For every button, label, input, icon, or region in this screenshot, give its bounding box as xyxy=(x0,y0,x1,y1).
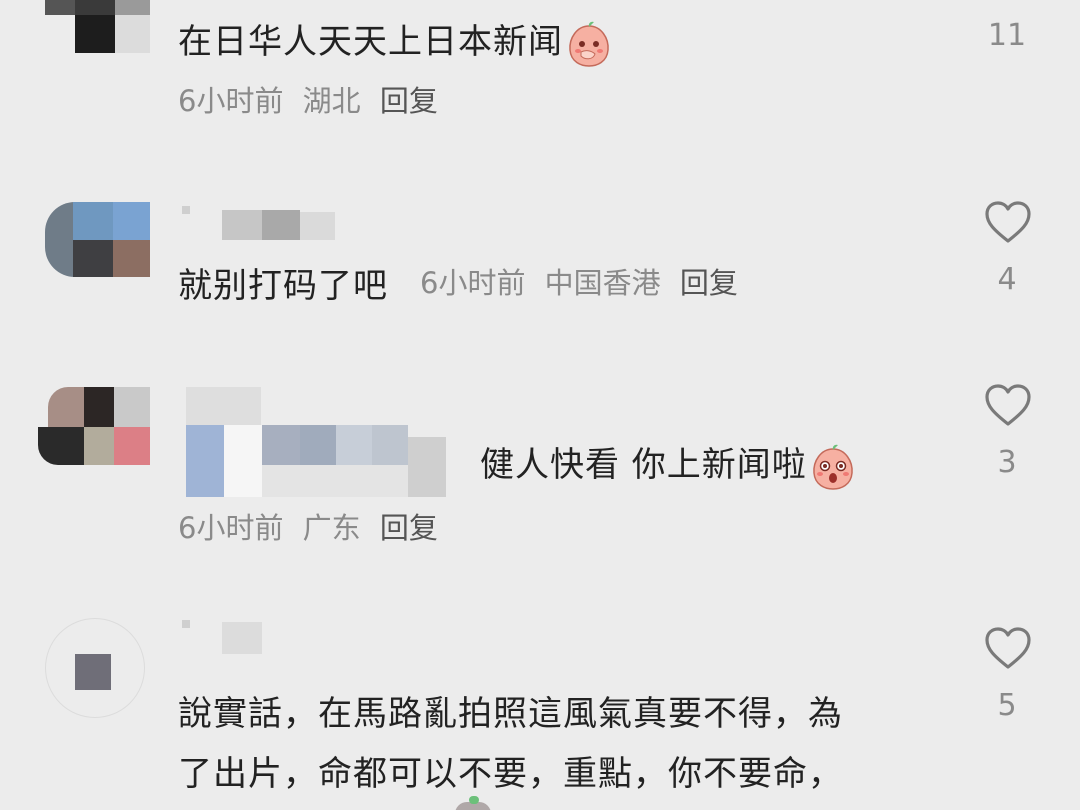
reply-button[interactable]: 回复 xyxy=(380,84,438,118)
comment-meta: 6小时前 中国香港 回复 xyxy=(420,260,748,302)
comment-location: 湖北 xyxy=(302,84,361,118)
comment-text-line-3-cutoff xyxy=(455,796,495,810)
comment-text: 在日华人天天上日本新闻 xyxy=(178,14,613,68)
heart-outline-icon[interactable] xyxy=(984,200,1032,244)
comment-item: 說實話，在馬路亂拍照這風氣真要不得，為 了出片，命都可以不要，重點，你不要命， … xyxy=(0,612,1080,810)
avatar[interactable] xyxy=(45,618,145,718)
like-count: 11 xyxy=(987,18,1027,53)
comment-item: 在日华人天天上日本新闻 6小时前 湖北 回复 11 xyxy=(0,0,1080,140)
heart-outline-icon[interactable] xyxy=(984,383,1032,427)
comment-text-line-2: 了出片，命都可以不要，重點，你不要命， xyxy=(178,754,843,794)
comment-meta: 6小时前 湖北 回复 xyxy=(178,78,448,120)
username-blurred[interactable] xyxy=(180,202,340,242)
like-count: 3 xyxy=(997,445,1017,480)
avatar[interactable] xyxy=(38,387,150,467)
username-blurred[interactable] xyxy=(180,616,280,656)
comment-text: 就别打码了吧 xyxy=(178,266,388,306)
peach-surprised-emoji xyxy=(813,444,853,490)
comment-text: 健人快看 你上新闻啦 xyxy=(480,437,857,491)
heart-outline-icon[interactable] xyxy=(984,626,1032,670)
reply-button[interactable]: 回复 xyxy=(680,266,738,300)
comment-location: 中国香港 xyxy=(544,266,661,300)
like-count: 5 xyxy=(997,688,1017,723)
peach-cover-mouth-emoji xyxy=(569,21,609,67)
comment-time: 6小时前 xyxy=(178,84,284,118)
avatar[interactable] xyxy=(45,0,150,55)
comment-list: 在日华人天天上日本新闻 6小时前 湖北 回复 11 就别打码了吧 6小时前 中国… xyxy=(0,0,1080,810)
username-blurred[interactable] xyxy=(186,387,456,497)
like-count: 4 xyxy=(997,262,1017,297)
comment-item: 健人快看 你上新闻啦 6小时前 广东 回复 3 xyxy=(0,375,1080,550)
comment-time: 6小时前 xyxy=(178,511,284,545)
comment-item: 就别打码了吧 6小时前 中国香港 回复 4 xyxy=(0,190,1080,320)
comment-text-line-1: 說實話，在馬路亂拍照這風氣真要不得，為 xyxy=(178,694,843,734)
reply-button[interactable]: 回复 xyxy=(380,511,438,545)
avatar[interactable] xyxy=(45,202,150,277)
comment-time: 6小时前 xyxy=(420,266,526,300)
comment-location: 广东 xyxy=(302,511,361,545)
comment-meta: 6小时前 广东 回复 xyxy=(178,505,448,547)
